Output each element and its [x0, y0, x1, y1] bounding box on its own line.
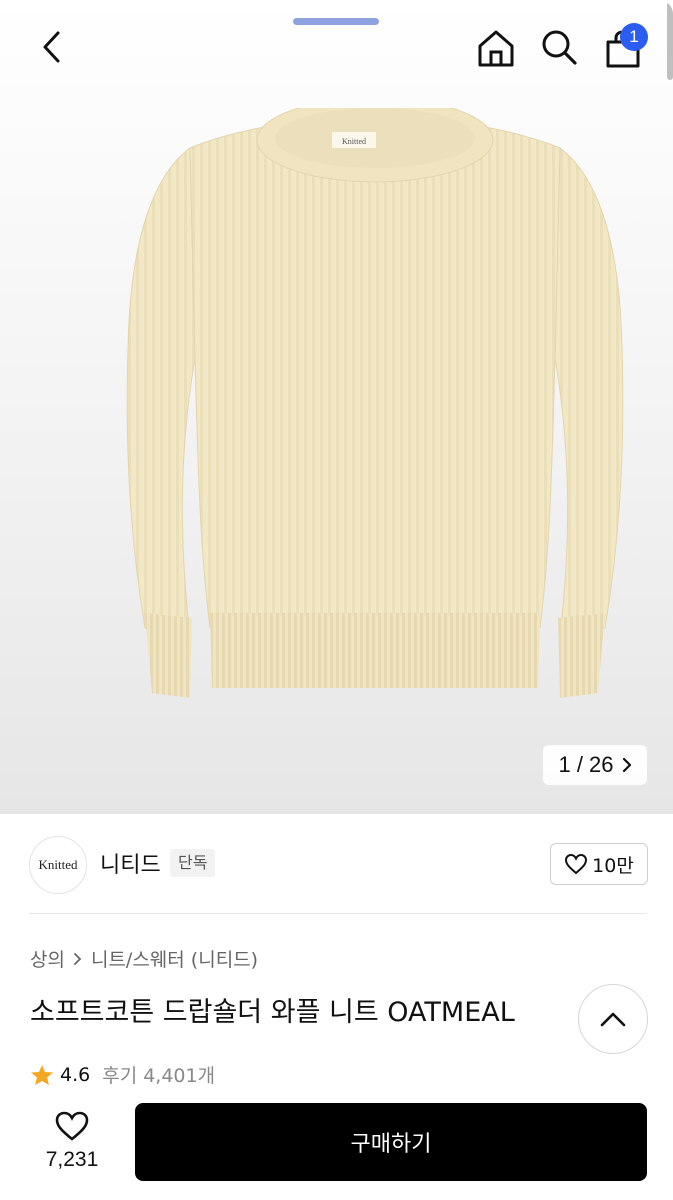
chevron-up-icon: [600, 1012, 626, 1027]
product-title: 소프트코튼 드랍숄더 와플 니트 OATMEAL: [30, 997, 515, 1028]
heart-icon: [565, 853, 588, 875]
wishlist-count: 7,231: [45, 1148, 99, 1171]
breadcrumb-item-subcategory[interactable]: 니트/스웨터 (니티드): [91, 945, 258, 972]
brand-logo[interactable]: Knitted: [29, 836, 87, 894]
star-icon: [31, 1064, 53, 1085]
chevron-right-icon: [74, 952, 82, 965]
home-icon: [478, 30, 514, 67]
divider: [29, 913, 647, 914]
wishlist-button[interactable]: 7,231: [30, 1106, 114, 1176]
scroll-top-button[interactable]: [578, 984, 648, 1054]
brand-name[interactable]: 니티드: [100, 847, 161, 879]
rating-value: 4.6: [60, 1063, 91, 1086]
search-icon: [542, 30, 577, 65]
product-image-gallery[interactable]: Knitted 1 / 26: [0, 0, 673, 814]
garment-label: Knitted: [342, 137, 366, 146]
chevron-right-icon: [622, 757, 631, 773]
brand-like-count: 10만: [592, 854, 634, 877]
exclusive-badge: 단독: [170, 849, 216, 877]
rating-row[interactable]: 4.6 후기 4,401개: [30, 1061, 215, 1088]
cart-count-badge: 1: [620, 23, 648, 51]
image-counter[interactable]: 1 / 26: [543, 745, 647, 785]
breadcrumb: 상의 니트/스웨터 (니티드): [30, 945, 258, 972]
breadcrumb-item-category[interactable]: 상의: [30, 945, 65, 972]
brand-row: Knitted 니티드 단독 10만: [0, 814, 673, 914]
product-image: Knitted: [120, 97, 630, 708]
top-navigation: 1: [0, 0, 673, 90]
bottom-action-bar: 7,231 구매하기: [0, 1092, 673, 1200]
product-detail-sheet: Knitted 1 / 26 1 Knitted 니티드 단독 10만 상의 니…: [0, 0, 673, 1200]
brand-like-button[interactable]: 10만: [550, 843, 648, 885]
buy-button[interactable]: 구매하기: [135, 1103, 647, 1181]
back-button[interactable]: [30, 26, 72, 68]
image-counter-text: 1 / 26: [558, 752, 614, 777]
review-count[interactable]: 후기 4,401개: [102, 1061, 215, 1088]
search-button[interactable]: [538, 26, 580, 68]
heart-icon: [55, 1111, 89, 1141]
chevron-left-icon: [43, 31, 60, 63]
home-button[interactable]: [474, 26, 518, 70]
